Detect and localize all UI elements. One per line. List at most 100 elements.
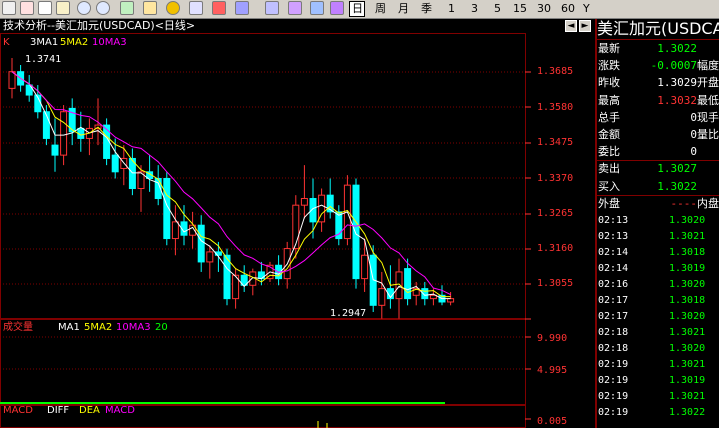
- settings-icon[interactable]: [310, 1, 324, 15]
- kline-chart[interactable]: [0, 33, 595, 428]
- quote-label: 金额: [598, 128, 620, 141]
- tick-row: 02:19 1.3021: [597, 357, 719, 373]
- macd-legend-name: MACD: [3, 405, 33, 416]
- period-3min[interactable]: 3: [471, 1, 478, 16]
- candle-body: [395, 271, 403, 300]
- tick-row: 02:13 1.3021: [597, 229, 719, 245]
- quote-value: 1.3022: [657, 179, 697, 193]
- color-icon[interactable]: [166, 1, 180, 15]
- nav-left-button[interactable]: ◄: [565, 20, 577, 32]
- tick-row: 02:16 1.3020: [597, 277, 719, 293]
- quote-extra-label: 量比: [697, 128, 719, 141]
- book-icon[interactable]: [288, 1, 302, 15]
- quote-row: 卖出 1.3027: [597, 160, 719, 177]
- macd-legend-macd: MACD: [105, 405, 135, 416]
- refresh-icon[interactable]: [120, 1, 134, 15]
- period-60min[interactable]: 60: [561, 1, 575, 16]
- quote-extra-label: 开盘: [697, 76, 719, 90]
- tick-price: 1.3021: [669, 359, 706, 370]
- quote-value: ----: [670, 196, 698, 210]
- tick-row: 02:19 1.3022: [597, 405, 719, 421]
- period-quarter[interactable]: 季: [421, 1, 432, 16]
- period-year[interactable]: Y: [583, 1, 590, 16]
- quote-row: 涨跌 -0.0007 幅度: [597, 57, 719, 74]
- trend-icon[interactable]: [20, 1, 34, 15]
- quote-label: 买入: [598, 179, 620, 193]
- volume-legend-ma1: MA1: [58, 322, 80, 333]
- f10-icon[interactable]: [38, 1, 52, 15]
- tick-time: 02:13: [598, 231, 629, 242]
- tick-price: 1.3021: [669, 327, 706, 338]
- nav-right-button[interactable]: ►: [579, 20, 591, 32]
- quote-value: 0: [690, 128, 697, 141]
- color-picker-icon[interactable]: [265, 1, 279, 15]
- quote-extra-label: 现手: [697, 110, 719, 124]
- period-month[interactable]: 月: [398, 1, 409, 16]
- quote-value: 1.3027: [657, 162, 697, 176]
- volume-tick: 4.995: [537, 365, 568, 376]
- tick-row: 02:18 1.3020: [597, 341, 719, 357]
- quote-label: 外盘: [598, 196, 620, 210]
- price-tick: 1.3265: [537, 208, 574, 219]
- tick-price: 1.3020: [669, 279, 706, 290]
- period-week[interactable]: 周: [375, 1, 386, 16]
- tick-price: 1.3022: [669, 407, 706, 418]
- box-icon[interactable]: [212, 1, 226, 15]
- tick-time: 02:18: [598, 327, 629, 338]
- tick-row: 02:19 1.3019: [597, 373, 719, 389]
- tick-price: 1.3019: [669, 263, 706, 274]
- candle-body: [378, 288, 386, 306]
- quote-label: 昨收: [598, 76, 620, 90]
- volume-legend-ma2: 5MA2: [84, 322, 113, 333]
- candle-body: [292, 204, 300, 250]
- zoom-in-icon[interactable]: [77, 1, 91, 15]
- tick-price: 1.3021: [669, 391, 706, 402]
- tick-price: 1.3019: [669, 375, 706, 386]
- grid-icon[interactable]: [143, 1, 157, 15]
- tick-time: 02:18: [598, 343, 629, 354]
- ma1-line: [11, 71, 451, 300]
- quote-row: 总手 0 现手: [597, 109, 719, 126]
- quote-label: 委比: [598, 145, 620, 159]
- price-tick: 1.3580: [537, 102, 574, 113]
- tick-time: 02:14: [598, 247, 629, 258]
- quote-extra-label: 内盘: [697, 196, 719, 210]
- period-day[interactable]: 日: [352, 1, 363, 16]
- document-icon[interactable]: [56, 1, 70, 15]
- ma3-line: [11, 71, 451, 296]
- quote-row: 外盘 ---- 内盘: [597, 195, 719, 212]
- tick-row: 02:14 1.3019: [597, 261, 719, 277]
- tick-time: 02:17: [598, 311, 629, 322]
- quote-label: 最高: [598, 93, 620, 107]
- high-price-label: 1.3741: [25, 54, 62, 65]
- period-1min[interactable]: 1: [448, 1, 455, 16]
- quote-value: 1.3032: [657, 93, 697, 107]
- period-30min[interactable]: 30: [537, 1, 551, 16]
- candles: [8, 58, 455, 319]
- candle-body: [404, 268, 412, 300]
- candle-body: [257, 271, 265, 280]
- volume-legend-ma3: 10MA3: [116, 322, 151, 333]
- archive-icon[interactable]: [330, 1, 344, 15]
- quote-value: 0: [690, 145, 697, 159]
- tick-time: 02:19: [598, 359, 629, 370]
- tick-time: 02:16: [598, 279, 629, 290]
- pin-icon[interactable]: [189, 1, 203, 15]
- tick-price: 1.3018: [669, 295, 706, 306]
- tick-time: 02:19: [598, 407, 629, 418]
- toolbar: 日 周 月 季 1 3 5 15 30 60 Y: [0, 0, 719, 19]
- candle-body: [8, 71, 16, 89]
- macd-legend-diff: DIFF: [47, 405, 70, 416]
- tick-price: 1.3021: [669, 231, 706, 242]
- period-15min[interactable]: 15: [513, 1, 527, 16]
- tick-price: 1.3020: [669, 343, 706, 354]
- chart-icon[interactable]: [2, 1, 16, 15]
- quote-value: -0.0007: [650, 59, 697, 73]
- price-tick: 1.3685: [537, 66, 574, 77]
- ma2-line: [11, 71, 451, 298]
- layers-icon[interactable]: [235, 1, 249, 15]
- zoom-out-icon[interactable]: [96, 1, 110, 15]
- candle-body: [206, 251, 214, 263]
- quote-value: 0: [690, 110, 697, 124]
- period-5min[interactable]: 5: [494, 1, 501, 16]
